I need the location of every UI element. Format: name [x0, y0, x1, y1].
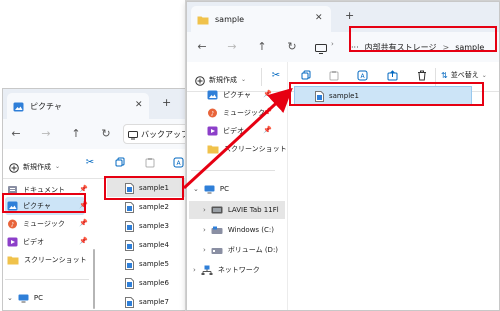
- drag-arrow: [182, 87, 293, 190]
- arrow-overlay: [182, 87, 293, 190]
